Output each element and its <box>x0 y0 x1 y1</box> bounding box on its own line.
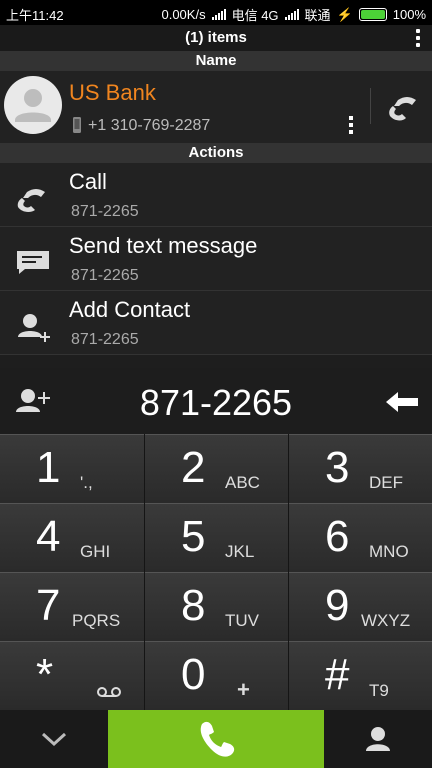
contact-number: +1 310-769-2287 <box>88 117 211 134</box>
key-digit: * <box>36 650 54 699</box>
action-send-text[interactable]: Send text message 871-2265 <box>0 227 432 291</box>
key-digit: 7 <box>36 581 61 630</box>
signal-icon-2 <box>284 9 299 20</box>
key-9[interactable]: 9 WXYZ <box>289 572 432 641</box>
key-letters: GHI <box>80 542 111 561</box>
contacts-icon[interactable] <box>364 724 392 754</box>
key-letters: MNO <box>369 542 409 561</box>
key-digit: 5 <box>181 512 206 561</box>
key-digit: 2 <box>181 443 206 492</box>
divider <box>370 88 371 124</box>
key-letters: WXYZ <box>361 611 411 630</box>
action-label: Send text message <box>69 233 258 258</box>
dialed-number[interactable]: 871-2265 <box>0 382 432 424</box>
key-letters: TUV <box>225 611 259 630</box>
mobile-phone-icon <box>73 117 81 133</box>
key-letters: JKL <box>225 542 255 561</box>
key-4[interactable]: 4 GHI <box>0 503 144 572</box>
message-icon <box>17 251 49 274</box>
status-bar: 上午11:42 0.00K/s 电信 4G 联通 ⚡ 100% <box>0 0 432 25</box>
key-digit: 9 <box>325 581 350 630</box>
name-section-header: Name <box>0 51 432 71</box>
key-digit: 6 <box>325 512 350 561</box>
backspace-icon[interactable] <box>384 390 420 414</box>
battery-percent: 100% <box>392 7 426 22</box>
key-star[interactable]: * <box>0 641 144 711</box>
call-contact-icon[interactable] <box>384 88 420 124</box>
chevron-down-icon[interactable] <box>40 730 68 748</box>
signal-icon <box>211 9 226 20</box>
battery-icon <box>358 8 387 21</box>
charging-icon: ⚡ <box>336 6 353 22</box>
items-header: (1) items <box>0 25 432 51</box>
contact-name: US Bank <box>69 80 156 105</box>
key-5[interactable]: 5 JKL <box>145 503 288 572</box>
key-8[interactable]: 8 TUV <box>145 572 288 641</box>
key-letters: T9 <box>369 681 389 700</box>
person-icon <box>15 89 51 122</box>
voicemail-icon <box>97 687 121 697</box>
dial-entry-bar: 871-2265 <box>0 368 432 434</box>
action-number: 871-2265 <box>71 267 139 284</box>
key-digit: 0 <box>181 650 206 699</box>
contact-row[interactable] <box>0 71 432 143</box>
carrier-2: 联通 <box>304 8 331 23</box>
key-digit: 1 <box>36 443 61 492</box>
key-3[interactable]: 3 DEF <box>289 434 432 503</box>
network-speed: 0.00K/s <box>161 7 206 22</box>
bottom-bar <box>0 710 432 768</box>
phone-icon <box>200 721 235 757</box>
key-hash[interactable]: # T9 <box>289 641 432 711</box>
avatar[interactable] <box>4 76 62 134</box>
overflow-menu-icon[interactable] <box>416 29 420 47</box>
key-letters: '., <box>80 473 93 492</box>
key-letters: ABC <box>225 473 260 492</box>
dial-call-button[interactable] <box>108 710 324 768</box>
phone-icon <box>17 189 45 212</box>
key-letters: DEF <box>369 473 403 492</box>
key-digit: 4 <box>36 512 61 561</box>
actions-section-header: Actions <box>0 143 432 163</box>
action-add-contact[interactable]: Add Contact 871-2265 <box>0 291 432 355</box>
status-right: 0.00K/s 电信 4G 联通 ⚡ 100% <box>161 5 426 24</box>
action-label: Add Contact <box>69 297 191 322</box>
key-digit: # <box>325 650 350 699</box>
status-time: 上午11:42 <box>6 8 64 23</box>
add-contact-icon <box>18 314 50 342</box>
items-count-title: (1) items <box>185 29 247 46</box>
action-call[interactable]: Call 871-2265 <box>0 163 432 227</box>
action-number: 871-2265 <box>71 331 139 348</box>
key-7[interactable]: 7 PQRS <box>0 572 144 641</box>
key-0[interactable]: 0 + <box>145 641 288 711</box>
carrier-1: 电信 4G <box>231 8 279 23</box>
key-1[interactable]: 1 '., <box>0 434 144 503</box>
action-label: Call <box>69 169 107 194</box>
key-letters: + <box>237 677 250 702</box>
key-letters: PQRS <box>72 611 121 630</box>
dial-keypad: 1 '., 2 ABC 3 DEF 4 GHI 5 JKL 6 MNO 7 PQ… <box>0 434 432 711</box>
key-digit: 8 <box>181 581 206 630</box>
key-digit: 3 <box>325 443 350 492</box>
contact-menu-icon[interactable] <box>349 116 353 134</box>
key-2[interactable]: 2 ABC <box>145 434 288 503</box>
action-number: 871-2265 <box>71 203 139 220</box>
key-6[interactable]: 6 MNO <box>289 503 432 572</box>
